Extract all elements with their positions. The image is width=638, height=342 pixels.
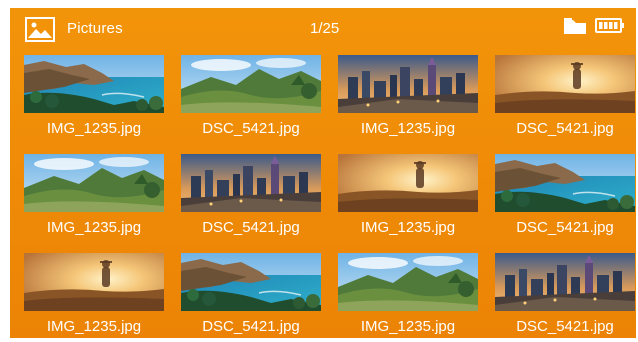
picture-browser-screen: Pictures 1/25 IMG_1235.jpg DSC_5421.jpg … [10, 8, 636, 338]
thumbnail-tile[interactable]: DSC_5421.jpg [181, 154, 321, 246]
thumbnail-image[interactable] [24, 154, 164, 212]
thumbnail-filename: DSC_5421.jpg [516, 318, 614, 335]
thumbnail-image[interactable] [495, 253, 635, 311]
thumbnail-image[interactable] [338, 253, 478, 311]
thumbnail-filename: IMG_1235.jpg [46, 120, 142, 137]
thumbnail-image[interactable] [24, 55, 164, 113]
thumbnail-filename: DSC_5421.jpg [516, 120, 614, 137]
page-counter: 1/25 [310, 20, 340, 37]
thumbnail-image[interactable] [495, 55, 635, 113]
thumbnail-filename: IMG_1235.jpg [360, 318, 456, 335]
thumbnail-tile[interactable]: IMG_1235.jpg [24, 55, 164, 147]
thumbnail-tile[interactable]: DSC_5421.jpg [495, 154, 635, 246]
thumbnail-tile[interactable]: IMG_1235.jpg [338, 154, 478, 246]
thumbnail-tile[interactable]: DSC_5421.jpg [495, 253, 635, 338]
thumbnail-image[interactable] [495, 154, 635, 212]
thumbnail-tile[interactable]: IMG_1235.jpg [338, 253, 478, 338]
thumbnail-filename: IMG_1235.jpg [46, 219, 142, 236]
page-title: Pictures [67, 20, 123, 37]
battery-icon [595, 18, 625, 33]
thumbnail-tile[interactable]: DSC_5421.jpg [495, 55, 635, 147]
thumbnail-image[interactable] [338, 55, 478, 113]
thumbnail-image[interactable] [24, 253, 164, 311]
thumbnail-filename: DSC_5421.jpg [202, 219, 300, 236]
thumbnail-filename: IMG_1235.jpg [46, 318, 142, 335]
sd-card-folder-icon [563, 17, 587, 35]
thumbnail-tile[interactable]: IMG_1235.jpg [338, 55, 478, 147]
pictures-icon [25, 17, 55, 42]
thumbnail-image[interactable] [338, 154, 478, 212]
thumbnail-image[interactable] [181, 154, 321, 212]
thumbnail-filename: DSC_5421.jpg [202, 120, 300, 137]
thumbnail-tile[interactable]: DSC_5421.jpg [181, 253, 321, 338]
thumbnail-tile[interactable]: IMG_1235.jpg [24, 253, 164, 338]
thumbnail-filename: IMG_1235.jpg [360, 219, 456, 236]
header-bar: Pictures 1/25 [10, 8, 636, 50]
thumbnail-filename: IMG_1235.jpg [360, 120, 456, 137]
thumbnail-tile[interactable]: DSC_5421.jpg [181, 55, 321, 147]
thumbnail-filename: DSC_5421.jpg [202, 318, 300, 335]
thumbnail-filename: DSC_5421.jpg [516, 219, 614, 236]
thumbnail-image[interactable] [181, 55, 321, 113]
thumbnail-tile[interactable]: IMG_1235.jpg [24, 154, 164, 246]
thumbnail-image[interactable] [181, 253, 321, 311]
